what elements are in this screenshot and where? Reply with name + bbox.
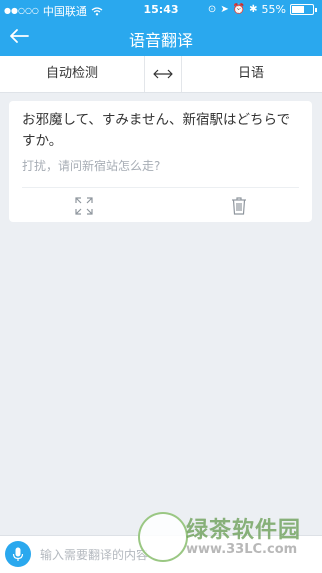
battery-icon	[290, 4, 314, 15]
battery-label: 55%	[261, 3, 286, 16]
target-language-button[interactable]: 日语	[180, 56, 322, 92]
expand-button[interactable]	[69, 192, 99, 220]
page-title: 语音翻译	[128, 31, 193, 50]
source-language-button[interactable]: 自动检测	[0, 56, 144, 92]
delete-button[interactable]	[224, 192, 254, 220]
bluetooth-icon: ✱	[249, 4, 258, 15]
voice-input-button[interactable]	[5, 541, 31, 567]
microphone-icon	[12, 547, 24, 561]
translated-text: 打扰，请问新宿站怎么走?	[22, 159, 161, 173]
status-bar: ●●○○○ 中国联通 15:43 ⊙ ➤ ⏰ ✱ 55%	[0, 0, 322, 18]
language-bar: 自动检测 日语	[0, 56, 322, 93]
status-right: ⊙ ➤ ⏰ ✱ 55%	[208, 3, 317, 16]
swap-arrows-icon	[153, 69, 173, 79]
lock-rotation-icon: ⊙	[207, 4, 217, 15]
battery-cap	[315, 7, 317, 12]
nav-bar: 语音翻译	[0, 18, 322, 56]
swap-languages-button[interactable]	[144, 56, 182, 92]
translate-text-input[interactable]	[38, 541, 314, 569]
app-header: ●●○○○ 中国联通 15:43 ⊙ ➤ ⏰ ✱ 55% 语音翻译	[0, 0, 322, 56]
alarm-icon: ⏰	[232, 4, 246, 15]
input-bar	[0, 535, 322, 573]
location-icon: ➤	[220, 4, 229, 15]
card-divider	[22, 187, 299, 188]
source-text: お邪魔して、すみません、新宿駅はどちらですか。	[22, 112, 291, 149]
trash-icon	[232, 197, 246, 215]
translation-card: お邪魔して、すみません、新宿駅はどちらですか。 打扰，请问新宿站怎么走?	[9, 101, 312, 222]
expand-icon	[75, 197, 93, 215]
